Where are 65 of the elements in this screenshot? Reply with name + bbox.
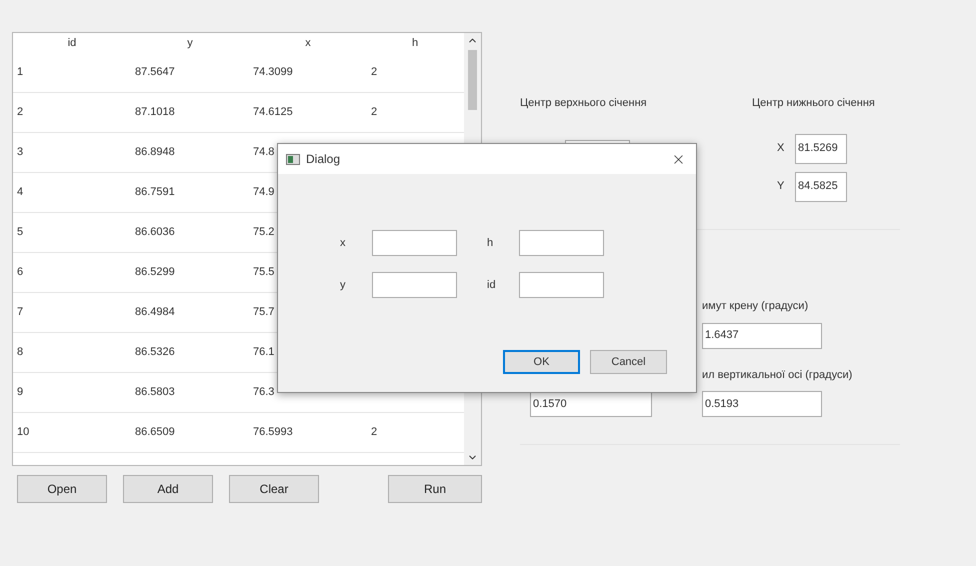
field-label: X	[777, 141, 785, 156]
table-cell: 6	[17, 266, 24, 278]
toolbar-button[interactable]: Clear	[229, 475, 319, 503]
table-cell: 2	[371, 426, 378, 438]
field-label: h	[487, 236, 494, 251]
table-cell: 74.8	[253, 146, 274, 158]
input-field[interactable]: 0.5193	[702, 391, 822, 417]
table-cell: 1	[17, 66, 24, 78]
table-cell: 86.8948	[135, 146, 175, 158]
table-cell: 74.6125	[253, 106, 293, 118]
table-cell: 76.1	[253, 346, 274, 358]
table-cell: 74.3099	[253, 66, 293, 78]
table-cell: 3	[17, 146, 24, 158]
input-field[interactable]: 1.6437	[702, 322, 822, 348]
table-cell: 86.6509	[135, 426, 175, 438]
input-field[interactable]: 0.1570	[530, 391, 652, 417]
table-cell: 10	[17, 426, 30, 438]
table-cell: 87.5647	[135, 66, 175, 78]
table-cell: 75.2	[253, 226, 274, 238]
column-header[interactable]: y	[131, 34, 249, 52]
toolbar-button[interactable]: Add	[123, 475, 213, 503]
table-cell: 74.9	[253, 186, 274, 198]
field-label: x	[340, 236, 346, 251]
field-label: Y	[777, 179, 785, 194]
toolbar-button[interactable]: Open	[17, 475, 107, 503]
field-label: id	[487, 278, 497, 293]
input-field[interactable]	[519, 230, 604, 256]
input-field[interactable]: 84.5825	[795, 172, 847, 202]
table-cell: 9	[17, 386, 24, 398]
column-header[interactable]: h	[367, 34, 463, 52]
table-cell: 86.7591	[135, 186, 175, 198]
dialog-button[interactable]: OK	[503, 350, 580, 374]
table-cell: 76.3	[253, 386, 274, 398]
section-title: Центр верхнього січення	[520, 96, 647, 111]
dialog-button[interactable]: Cancel	[590, 350, 667, 374]
table-cell: 75.5	[253, 266, 274, 278]
table-cell: 5	[17, 226, 24, 238]
input-field[interactable]	[372, 230, 457, 256]
table-cell: 86.4984	[135, 306, 175, 318]
input-field[interactable]	[372, 272, 457, 298]
table-cell: 86.5326	[135, 346, 175, 358]
table-cell: 2	[371, 66, 378, 78]
table-cell: 87.1018	[135, 106, 175, 118]
input-field[interactable]	[519, 272, 604, 298]
scroll-thumb[interactable]	[468, 50, 477, 110]
dialog-title: Dialog	[306, 151, 340, 168]
field-label: y	[340, 278, 346, 293]
table-cell: 86.6036	[135, 226, 175, 238]
table-cell: 2	[371, 106, 378, 118]
column-header[interactable]: id	[13, 34, 131, 52]
column-header[interactable]: x	[249, 34, 367, 52]
table-cell: 76.5993	[253, 426, 293, 438]
table-cell: 86.5803	[135, 386, 175, 398]
field-label: ил вертикальної осі (градуси)	[702, 368, 854, 382]
table-cell: 75.7	[253, 306, 274, 318]
app-window-icon	[286, 154, 300, 164]
table-cell: 8	[17, 346, 24, 358]
table-cell: 4	[17, 186, 24, 198]
run-button[interactable]: Run	[388, 475, 482, 503]
field-label: имут крену (градуси)	[702, 299, 810, 314]
table-cell: 86.5299	[135, 266, 175, 278]
table-cell: 7	[17, 306, 24, 318]
table-cell: 2	[17, 106, 24, 118]
section-title: Центр нижнього січення	[752, 96, 875, 111]
input-field[interactable]: 81.5269	[795, 134, 847, 164]
